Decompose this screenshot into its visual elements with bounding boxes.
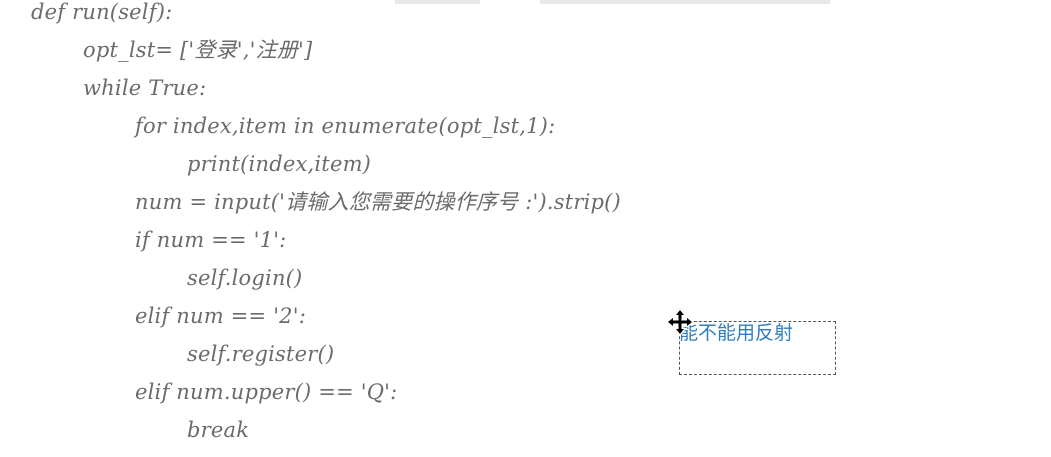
code-line-4: for index,item in enumerate(opt_lst,1): bbox=[135, 114, 556, 138]
code-line-8: self.login() bbox=[187, 266, 303, 290]
annotation-text[interactable]: 能不能用反射 bbox=[679, 319, 793, 347]
top-edge-fade-right bbox=[540, 0, 830, 4]
code-line-5: print(index,item) bbox=[187, 152, 372, 176]
move-cursor-icon bbox=[667, 309, 693, 335]
code-line-2: opt_lst= ['登录','注册'] bbox=[83, 38, 313, 62]
top-edge-fade-left bbox=[395, 0, 480, 4]
code-line-12: break bbox=[187, 418, 250, 442]
code-line-3: while True: bbox=[83, 76, 207, 100]
code-line-1: def run(self): bbox=[31, 0, 173, 24]
code-line-9: elif num == '2': bbox=[135, 304, 306, 328]
code-line-10: self.register() bbox=[187, 342, 335, 366]
code-line-7: if num == '1': bbox=[135, 228, 287, 252]
code-line-6: num = input('请输入您需要的操作序号 :').strip() bbox=[135, 190, 621, 214]
code-line-11: elif num.upper() == 'Q': bbox=[135, 380, 398, 404]
